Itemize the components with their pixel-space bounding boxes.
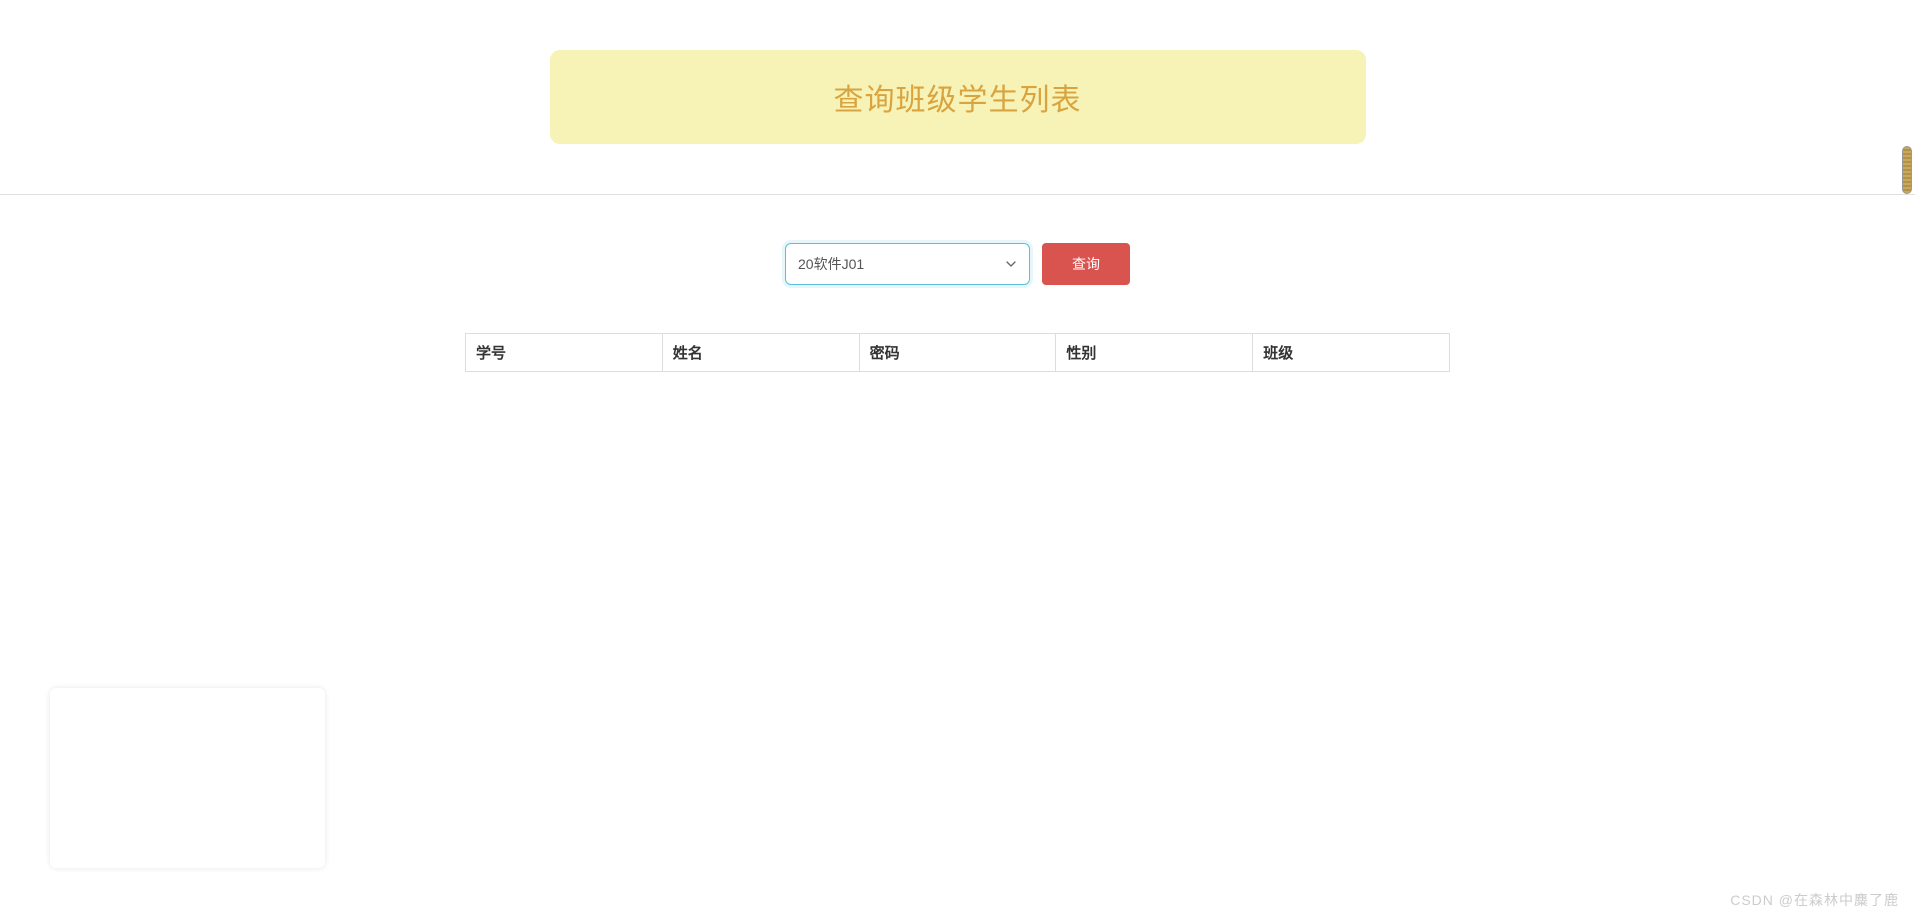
bottom-floating-box <box>50 688 325 868</box>
query-button[interactable]: 查询 <box>1042 243 1130 285</box>
table-header-row: 学号 姓名 密码 性别 班级 <box>466 334 1450 372</box>
col-name: 姓名 <box>662 334 859 372</box>
search-section: 20软件J01 查询 <box>0 195 1915 333</box>
title-banner: 查询班级学生列表 <box>550 50 1366 144</box>
student-table: 学号 姓名 密码 性别 班级 <box>465 333 1450 372</box>
col-student-id: 学号 <box>466 334 663 372</box>
col-password: 密码 <box>859 334 1056 372</box>
header-section: 查询班级学生列表 <box>0 0 1915 195</box>
col-class: 班级 <box>1253 334 1450 372</box>
class-select[interactable]: 20软件J01 <box>785 243 1030 285</box>
scrollbar-thumb[interactable] <box>1902 146 1912 194</box>
col-gender: 性别 <box>1056 334 1253 372</box>
watermark: CSDN @在森林中麋了鹿 <box>1730 890 1899 910</box>
page-title: 查询班级学生列表 <box>550 75 1366 119</box>
table-container: 学号 姓名 密码 性别 班级 <box>465 333 1450 372</box>
